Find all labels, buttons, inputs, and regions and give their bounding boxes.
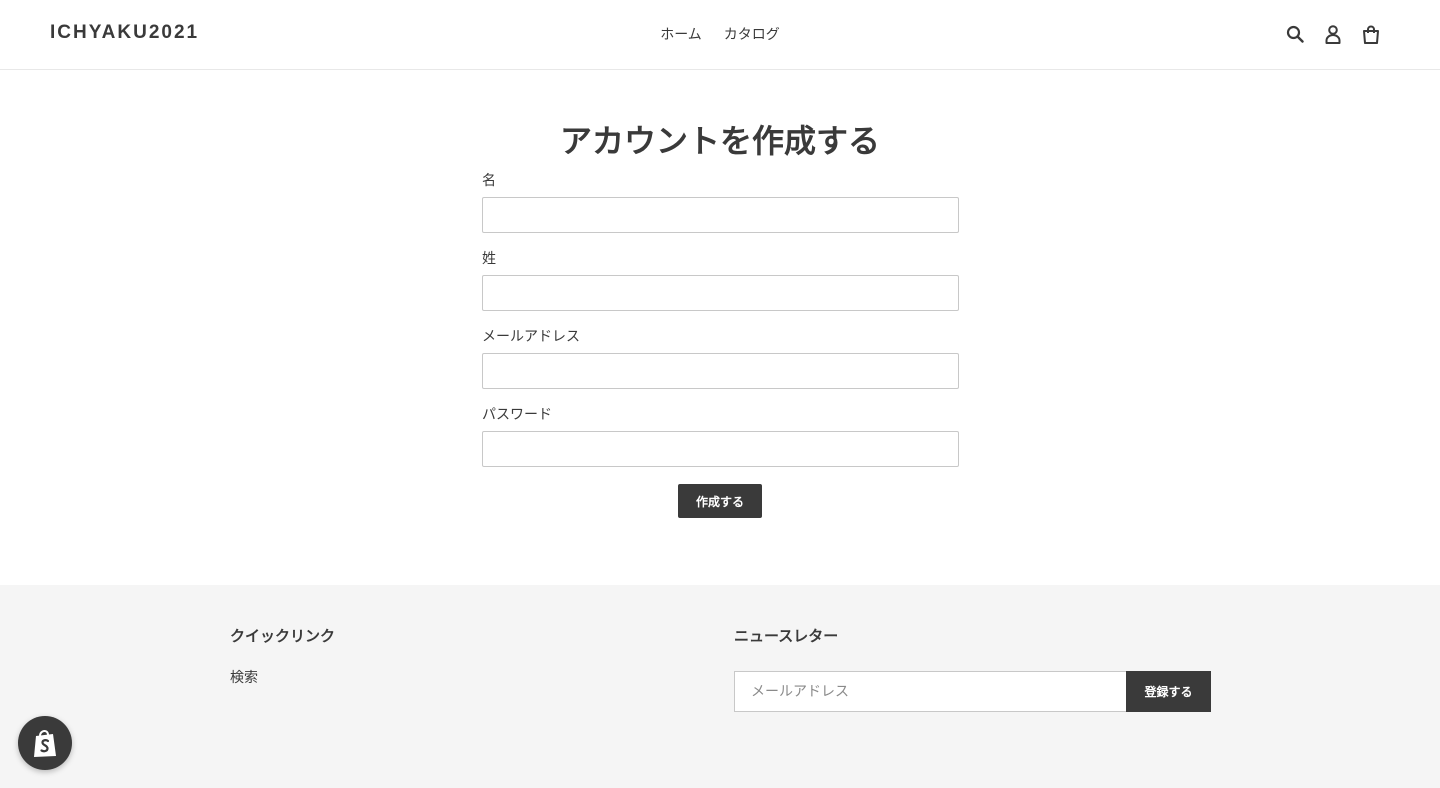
last-name-label: 姓 <box>482 251 496 267</box>
newsletter-email-input[interactable] <box>734 671 1126 712</box>
footer-link-search[interactable]: 検索 <box>230 667 258 687</box>
first-name-label: 名 <box>482 173 496 189</box>
nav-item-catalog[interactable]: カタログ <box>724 24 780 44</box>
site-footer: クイックリンク 検索 ニュースレター 登録する <box>0 585 1440 788</box>
cart-icon[interactable] <box>1360 22 1382 46</box>
header-icons <box>1284 22 1382 46</box>
quick-links-heading: クイックリンク <box>230 627 336 645</box>
newsletter-subscribe-button[interactable]: 登録する <box>1126 671 1211 712</box>
email-field[interactable] <box>482 353 959 389</box>
account-icon[interactable] <box>1322 22 1344 46</box>
page-title: アカウントを作成する <box>559 122 880 160</box>
newsletter-heading: ニュースレター <box>734 627 839 645</box>
shopify-bag-icon <box>34 730 56 757</box>
email-label: メールアドレス <box>482 329 580 345</box>
nav-item-home[interactable]: ホーム <box>660 24 702 44</box>
create-account-button[interactable]: 作成する <box>678 484 762 518</box>
password-label: パスワード <box>482 407 552 423</box>
password-field[interactable] <box>482 431 959 467</box>
create-account-form: 名 姓 メールアドレス パスワード <box>482 172 959 484</box>
search-icon[interactable] <box>1284 22 1306 46</box>
last-name-field[interactable] <box>482 275 959 311</box>
site-header: ICHYAKU2021 ホーム カタログ <box>0 0 1440 70</box>
shopify-badge[interactable] <box>18 716 72 770</box>
main-nav: ホーム カタログ <box>0 24 1440 44</box>
first-name-field[interactable] <box>482 197 959 233</box>
